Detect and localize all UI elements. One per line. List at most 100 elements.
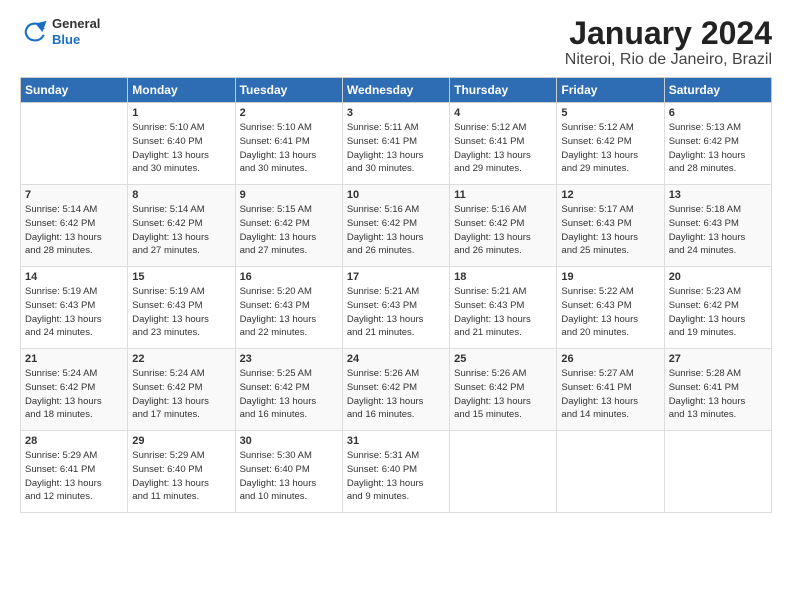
subtitle: Niteroi, Rio de Janeiro, Brazil bbox=[565, 51, 772, 69]
logo-text: General Blue bbox=[52, 16, 100, 47]
day-info: Sunrise: 5:24 AMSunset: 6:42 PMDaylight:… bbox=[132, 367, 230, 422]
calendar-week-1: 1Sunrise: 5:10 AMSunset: 6:40 PMDaylight… bbox=[21, 103, 772, 185]
calendar-cell: 7Sunrise: 5:14 AMSunset: 6:42 PMDaylight… bbox=[21, 185, 128, 267]
day-number: 9 bbox=[240, 189, 338, 201]
day-number: 3 bbox=[347, 107, 445, 119]
calendar-cell: 25Sunrise: 5:26 AMSunset: 6:42 PMDayligh… bbox=[450, 349, 557, 431]
day-number: 2 bbox=[240, 107, 338, 119]
header: General Blue January 2024 Niteroi, Rio d… bbox=[20, 16, 772, 69]
day-number: 18 bbox=[454, 271, 552, 283]
calendar-cell: 13 Sunrise: 5:18 AMSunset: 6:43 PMDayligh… bbox=[664, 185, 771, 267]
day-info: Sunrise: 5:12 AMSunset: 6:41 PMDaylight:… bbox=[454, 121, 552, 176]
day-info: Sunrise: 5:27 AMSunset: 6:41 PMDaylight:… bbox=[561, 367, 659, 422]
day-number: 19 bbox=[561, 271, 659, 283]
day-info: Sunrise: 5:23 AMSunset: 6:42 PMDaylight:… bbox=[669, 285, 767, 340]
calendar-cell: 16 Sunrise: 5:20 AMSunset: 6:43 PMDayligh… bbox=[235, 267, 342, 349]
day-info: Sunrise: 5:29 AMSunset: 6:41 PMDaylight:… bbox=[25, 449, 123, 504]
logo-icon bbox=[20, 18, 48, 46]
day-info: Sunrise: 5:21 AMSunset: 6:43 PMDaylight:… bbox=[454, 285, 552, 340]
day-info: Sunrise: 5:15 AMSunset: 6:42 PMDaylight:… bbox=[240, 203, 338, 258]
calendar-cell: 22 Sunrise: 5:24 AMSunset: 6:42 PMDayligh… bbox=[128, 349, 235, 431]
calendar-cell: 14 Sunrise: 5:19 AMSunset: 6:43 PMDayligh… bbox=[21, 267, 128, 349]
day-number: 20 bbox=[669, 271, 767, 283]
logo: General Blue bbox=[20, 16, 100, 47]
calendar-cell: 3 Sunrise: 5:11 AMSunset: 6:41 PMDaylight… bbox=[342, 103, 449, 185]
day-number: 8 bbox=[132, 189, 230, 201]
day-info: Sunrise: 5:22 AMSunset: 6:43 PMDaylight:… bbox=[561, 285, 659, 340]
calendar-cell: 31Sunrise: 5:31 AMSunset: 6:40 PMDayligh… bbox=[342, 431, 449, 513]
day-info: Sunrise: 5:11 AMSunset: 6:41 PMDaylight:… bbox=[347, 121, 445, 176]
calendar-header-tuesday: Tuesday bbox=[235, 78, 342, 103]
day-info: Sunrise: 5:13 AMSunset: 6:42 PMDaylight:… bbox=[669, 121, 767, 176]
calendar-cell: 8Sunrise: 5:14 AMSunset: 6:42 PMDaylight… bbox=[128, 185, 235, 267]
calendar-cell: 1Sunrise: 5:10 AMSunset: 6:40 PMDaylight… bbox=[128, 103, 235, 185]
calendar-cell: 4 Sunrise: 5:12 AMSunset: 6:41 PMDaylight… bbox=[450, 103, 557, 185]
day-number: 30 bbox=[240, 435, 338, 447]
day-info: Sunrise: 5:16 AMSunset: 6:42 PMDaylight:… bbox=[454, 203, 552, 258]
day-number: 15 bbox=[132, 271, 230, 283]
day-info: Sunrise: 5:30 AMSunset: 6:40 PMDaylight:… bbox=[240, 449, 338, 504]
day-info: Sunrise: 5:19 AMSunset: 6:43 PMDaylight:… bbox=[25, 285, 123, 340]
calendar-cell: 9 Sunrise: 5:15 AMSunset: 6:42 PMDaylight… bbox=[235, 185, 342, 267]
calendar-cell: 2 Sunrise: 5:10 AMSunset: 6:41 PMDaylight… bbox=[235, 103, 342, 185]
calendar-cell: 19 Sunrise: 5:22 AMSunset: 6:43 PMDayligh… bbox=[557, 267, 664, 349]
calendar-body: 1Sunrise: 5:10 AMSunset: 6:40 PMDaylight… bbox=[21, 103, 772, 513]
day-info: Sunrise: 5:26 AMSunset: 6:42 PMDaylight:… bbox=[347, 367, 445, 422]
calendar-header-thursday: Thursday bbox=[450, 78, 557, 103]
day-number: 21 bbox=[25, 353, 123, 365]
calendar: SundayMondayTuesdayWednesdayThursdayFrid… bbox=[20, 77, 772, 513]
day-number: 11 bbox=[454, 189, 552, 201]
calendar-cell bbox=[664, 431, 771, 513]
day-number: 29 bbox=[132, 435, 230, 447]
calendar-cell: 18 Sunrise: 5:21 AMSunset: 6:43 PMDayligh… bbox=[450, 267, 557, 349]
calendar-cell: 15 Sunrise: 5:19 AMSunset: 6:43 PMDayligh… bbox=[128, 267, 235, 349]
calendar-header-row: SundayMondayTuesdayWednesdayThursdayFrid… bbox=[21, 78, 772, 103]
day-number: 23 bbox=[240, 353, 338, 365]
day-number: 28 bbox=[25, 435, 123, 447]
page: General Blue January 2024 Niteroi, Rio d… bbox=[0, 0, 792, 523]
day-number: 5 bbox=[561, 107, 659, 119]
calendar-cell bbox=[21, 103, 128, 185]
day-info: Sunrise: 5:28 AMSunset: 6:41 PMDaylight:… bbox=[669, 367, 767, 422]
day-number: 12 bbox=[561, 189, 659, 201]
day-number: 27 bbox=[669, 353, 767, 365]
title-block: January 2024 Niteroi, Rio de Janeiro, Br… bbox=[565, 16, 772, 69]
day-info: Sunrise: 5:10 AMSunset: 6:41 PMDaylight:… bbox=[240, 121, 338, 176]
calendar-cell: 6Sunrise: 5:13 AMSunset: 6:42 PMDaylight… bbox=[664, 103, 771, 185]
calendar-header-friday: Friday bbox=[557, 78, 664, 103]
day-info: Sunrise: 5:31 AMSunset: 6:40 PMDaylight:… bbox=[347, 449, 445, 504]
day-info: Sunrise: 5:19 AMSunset: 6:43 PMDaylight:… bbox=[132, 285, 230, 340]
calendar-cell: 27 Sunrise: 5:28 AMSunset: 6:41 PMDayligh… bbox=[664, 349, 771, 431]
day-info: Sunrise: 5:29 AMSunset: 6:40 PMDaylight:… bbox=[132, 449, 230, 504]
calendar-header-saturday: Saturday bbox=[664, 78, 771, 103]
day-info: Sunrise: 5:17 AMSunset: 6:43 PMDaylight:… bbox=[561, 203, 659, 258]
calendar-cell: 5 Sunrise: 5:12 AMSunset: 6:42 PMDaylight… bbox=[557, 103, 664, 185]
calendar-cell bbox=[450, 431, 557, 513]
day-info: Sunrise: 5:12 AMSunset: 6:42 PMDaylight:… bbox=[561, 121, 659, 176]
calendar-cell: 11 Sunrise: 5:16 AMSunset: 6:42 PMDayligh… bbox=[450, 185, 557, 267]
day-number: 24 bbox=[347, 353, 445, 365]
day-number: 17 bbox=[347, 271, 445, 283]
calendar-cell: 21Sunrise: 5:24 AMSunset: 6:42 PMDayligh… bbox=[21, 349, 128, 431]
day-info: Sunrise: 5:18 AMSunset: 6:43 PMDaylight:… bbox=[669, 203, 767, 258]
day-info: Sunrise: 5:26 AMSunset: 6:42 PMDaylight:… bbox=[454, 367, 552, 422]
day-info: Sunrise: 5:16 AMSunset: 6:42 PMDaylight:… bbox=[347, 203, 445, 258]
day-info: Sunrise: 5:20 AMSunset: 6:43 PMDaylight:… bbox=[240, 285, 338, 340]
day-number: 16 bbox=[240, 271, 338, 283]
day-number: 10 bbox=[347, 189, 445, 201]
calendar-cell: 20 Sunrise: 5:23 AMSunset: 6:42 PMDayligh… bbox=[664, 267, 771, 349]
day-number: 26 bbox=[561, 353, 659, 365]
calendar-cell: 10 Sunrise: 5:16 AMSunset: 6:42 PMDayligh… bbox=[342, 185, 449, 267]
day-info: Sunrise: 5:25 AMSunset: 6:42 PMDaylight:… bbox=[240, 367, 338, 422]
day-number: 7 bbox=[25, 189, 123, 201]
day-number: 13 bbox=[669, 189, 767, 201]
main-title: January 2024 bbox=[565, 16, 772, 51]
calendar-cell bbox=[557, 431, 664, 513]
calendar-cell: 29 Sunrise: 5:29 AMSunset: 6:40 PMDayligh… bbox=[128, 431, 235, 513]
calendar-cell: 24 Sunrise: 5:26 AMSunset: 6:42 PMDayligh… bbox=[342, 349, 449, 431]
day-number: 14 bbox=[25, 271, 123, 283]
calendar-cell: 30 Sunrise: 5:30 AMSunset: 6:40 PMDayligh… bbox=[235, 431, 342, 513]
day-number: 22 bbox=[132, 353, 230, 365]
day-number: 4 bbox=[454, 107, 552, 119]
calendar-week-2: 7Sunrise: 5:14 AMSunset: 6:42 PMDaylight… bbox=[21, 185, 772, 267]
